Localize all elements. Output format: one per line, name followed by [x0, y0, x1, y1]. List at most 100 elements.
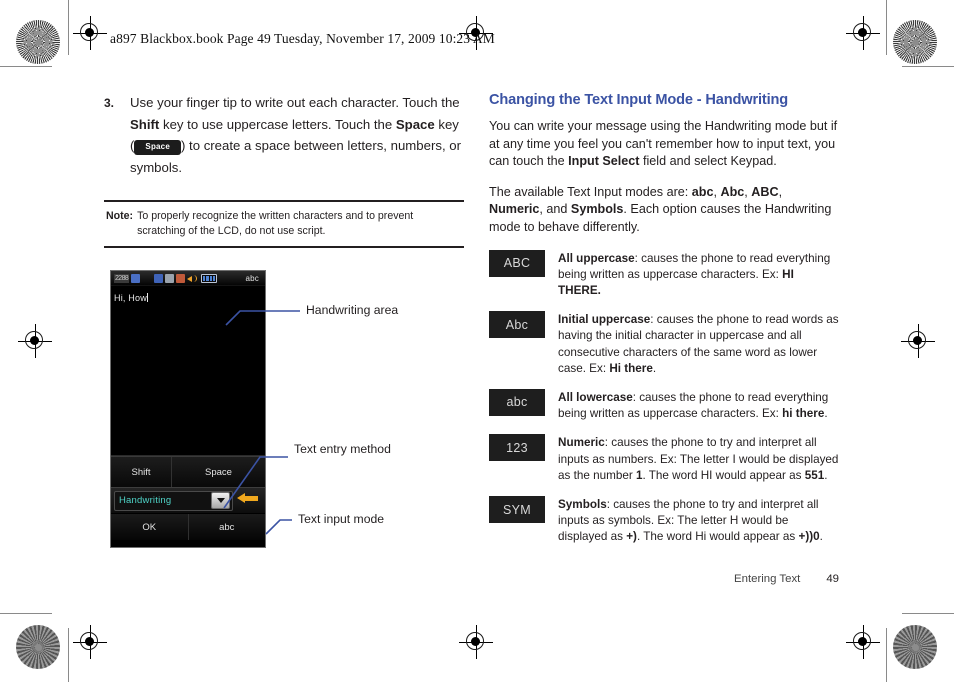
mode-badge-123: 123	[489, 434, 545, 462]
note-text: To properly recognize the written charac…	[137, 210, 414, 237]
chevron-down-icon[interactable]	[211, 492, 230, 509]
registration-mark-top-left	[73, 16, 107, 50]
modes-part1: The available Text Input modes are:	[489, 184, 692, 199]
mode-body-tail: .	[652, 361, 657, 375]
text-caret	[146, 293, 148, 302]
mode-title: Numeric	[558, 436, 605, 450]
trim-line-left-bottom	[68, 628, 69, 682]
trim-line-right	[886, 0, 887, 55]
trim-line-left	[68, 0, 69, 55]
status-bar-input-mode: abc	[245, 273, 259, 283]
mode-badge-ABC: ABC	[489, 249, 545, 277]
callout-handwriting-area: Handwriting area	[306, 303, 399, 317]
battery-icon	[201, 273, 218, 283]
registration-star-target-top-right	[893, 20, 937, 64]
mode-term-symbols: Symbols	[570, 202, 624, 217]
mode-body-tail: .	[824, 468, 828, 482]
ok-soft-key[interactable]: OK	[111, 514, 189, 540]
phone-soft-key-row: OK abc	[111, 514, 265, 540]
note-block: Note: To properly recognize the written …	[104, 200, 464, 249]
space-key-name: Space	[395, 116, 435, 132]
text-entry-method-row: Handwriting	[111, 487, 265, 514]
mode-body-mid: . The word Hi would appear as	[636, 530, 799, 544]
registration-mark-top-right	[846, 16, 880, 50]
mode-example-2: 551	[804, 468, 825, 482]
step-number: 3.	[104, 96, 115, 110]
mode-body-tail: .	[819, 530, 823, 544]
running-header: a897 Blackbox.book Page 49 Tuesday, Nove…	[110, 31, 495, 46]
trim-line-right-bottom	[886, 628, 887, 682]
trim-line-bottom-left-h	[0, 613, 52, 614]
shift-key-name: Shift	[130, 116, 160, 132]
right-column: Changing the Text Input Mode - Handwriti…	[489, 92, 839, 558]
modes-sep4: , and	[539, 202, 571, 217]
registration-star-target-bottom-left	[16, 625, 60, 669]
page-footer: Entering Text 49	[734, 573, 839, 585]
mode-description: Symbols: causes the phone to try and int…	[558, 496, 839, 546]
mode-badge-Abc: Abc	[489, 311, 545, 339]
mode-body-tail: .	[824, 407, 828, 421]
mode-term-abc: abc	[691, 184, 714, 199]
trim-line-top-left-h	[0, 66, 52, 67]
step-text-part1: Use your finger tip to write out each ch…	[130, 95, 460, 110]
mode-description: All uppercase: causes the phone to read …	[558, 250, 839, 300]
handwriting-area[interactable]: Hi, How	[111, 286, 265, 456]
numbered-step-3: 3. Use your finger tip to write out each…	[104, 92, 464, 178]
registration-mark-bottom-left	[73, 625, 107, 659]
modes-sep1: ,	[713, 184, 721, 199]
available-modes-paragraph: The available Text Input modes are: abc,…	[489, 184, 839, 237]
mode-example: Hi there	[609, 361, 653, 375]
input-select-field[interactable]: Handwriting	[114, 490, 233, 511]
registration-star-target-bottom-right	[893, 625, 937, 669]
mode-title: Initial uppercase	[558, 313, 651, 327]
footer-section-name: Entering Text	[734, 573, 801, 585]
mode-description: Initial uppercase: causes the phone to r…	[558, 311, 839, 377]
input-select-term: Input Select	[568, 154, 640, 169]
left-column: 3. Use your finger tip to write out each…	[104, 92, 464, 249]
footer-page-number: 49	[826, 573, 839, 585]
step-text-part2: key to use uppercase letters. Touch the	[159, 116, 396, 132]
registration-mark-left-middle	[18, 324, 52, 358]
phone-status-bar: 2288 abc	[111, 271, 265, 286]
mode-term-ABC: ABC	[751, 184, 779, 199]
shift-key[interactable]: Shift	[111, 457, 172, 487]
mode-title: Symbols	[558, 498, 607, 511]
note-label: Note:	[106, 210, 134, 223]
trim-line-top-right-h	[902, 66, 954, 67]
speaker-icon	[187, 274, 198, 283]
phone-key-row: Shift Space	[111, 456, 265, 487]
pc-sync-icon	[165, 273, 175, 283]
sim-card-icon	[131, 273, 141, 283]
bluetooth-icon	[154, 273, 164, 283]
mode-row-numeric: 123 Numeric: causes the phone to try and…	[489, 434, 839, 484]
mode-list: ABC All uppercase: causes the phone to r…	[489, 249, 839, 546]
message-icon	[176, 273, 186, 283]
callout-text-entry-method: Text entry method	[294, 442, 391, 456]
registration-mark-bottom-center	[459, 625, 493, 659]
intro-paragraph: You can write your message using the Han…	[489, 118, 839, 171]
mode-title: All uppercase	[558, 251, 635, 265]
note-rule-bottom	[104, 246, 464, 249]
space-key-icon: Space	[134, 140, 181, 155]
space-key[interactable]: Space	[172, 457, 265, 487]
section-heading: Changing the Text Input Mode - Handwriti…	[489, 92, 789, 108]
intro-part2: field and select Keypad.	[639, 154, 777, 169]
back-arrow-icon[interactable]	[236, 491, 262, 511]
mode-example: hi there	[782, 407, 825, 421]
mode-title: All lowercase	[558, 390, 633, 404]
registration-mark-bottom-right	[846, 625, 880, 659]
trim-line-bottom-right-h	[902, 613, 954, 614]
registration-star-target-top-left	[16, 20, 60, 64]
text-input-mode-soft-key[interactable]: abc	[189, 514, 266, 540]
mode-row-uppercase: ABC All uppercase: causes the phone to r…	[489, 249, 839, 300]
modes-sep3: ,	[778, 184, 783, 199]
mode-example-2: +))0	[798, 530, 820, 544]
mode-badge-SYM: SYM	[489, 496, 545, 523]
mode-row-initial-uppercase: Abc Initial uppercase: causes the phone …	[489, 311, 839, 377]
mode-term-Abc: Abc	[720, 184, 745, 199]
mode-description: All lowercase: causes the phone to read …	[558, 389, 839, 422]
signal-strength-indicator: 2288	[114, 273, 130, 283]
mode-badge-abc: abc	[489, 388, 545, 416]
mode-body-mid: . The word HI would appear as	[642, 468, 805, 482]
step-text: Use your finger tip to write out each ch…	[130, 92, 464, 178]
